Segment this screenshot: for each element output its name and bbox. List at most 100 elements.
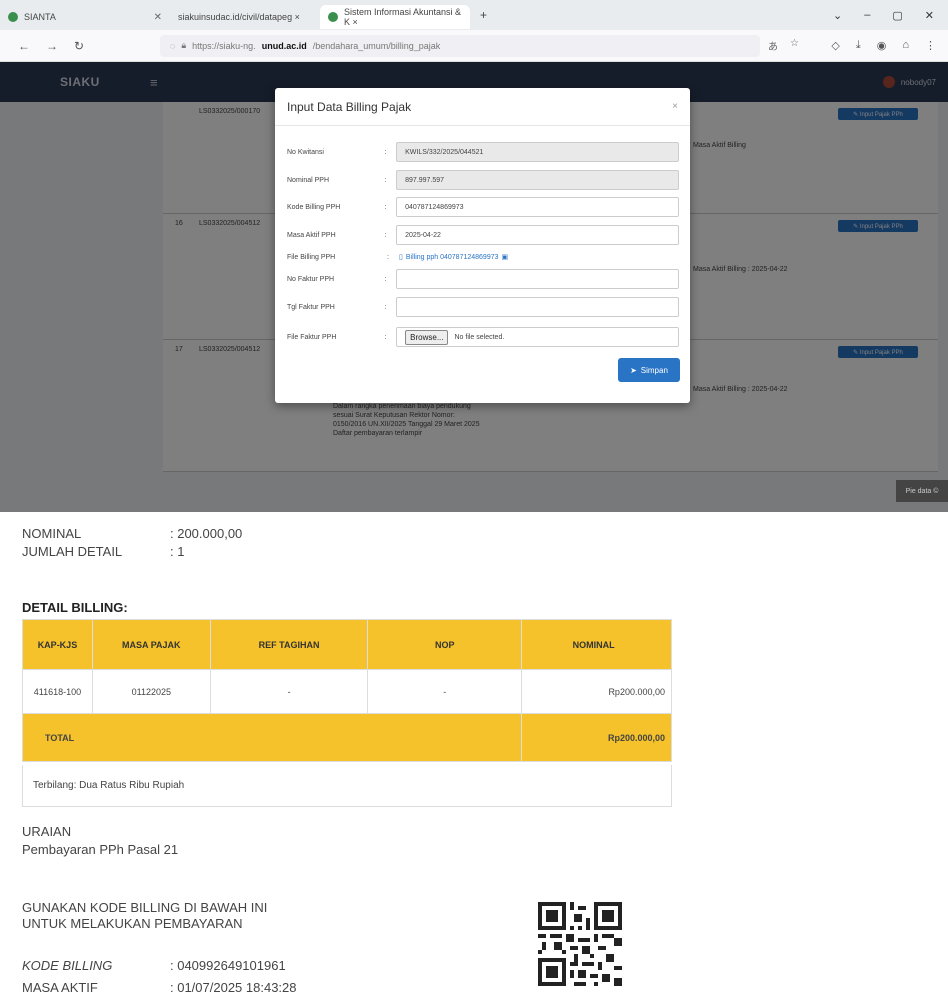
site-favicon-icon xyxy=(328,12,338,22)
field-label: No Kwitansi xyxy=(287,148,324,156)
header-nop: NOP xyxy=(367,619,523,670)
download-icon[interactable]: ▣ xyxy=(502,253,509,261)
corner-toast: Pie data © xyxy=(896,480,948,502)
field-label: Nominal PPH xyxy=(287,176,330,184)
file-billing-link[interactable]: ▯ Billing pph 040787124869973 ▣ xyxy=(399,253,509,262)
field-label: No Faktur PPH xyxy=(287,275,335,283)
send-icon: ➤ xyxy=(630,365,637,375)
pocket-icon[interactable]: ◇ xyxy=(831,39,839,52)
field-colon: : xyxy=(384,333,387,341)
masa-aktif-row: MASA AKTIF : 01/07/2025 18:43:28 xyxy=(22,980,297,995)
qr-code-icon xyxy=(538,902,622,986)
extensions-icon[interactable]: ⌂ xyxy=(902,39,909,52)
tab-list-icon[interactable]: ⌄ xyxy=(833,9,842,22)
menu-icon[interactable]: ⋮ xyxy=(925,39,936,52)
browser-tabstrip: SIANTA ✕ siakuinsudac.id/civil/datapeg ×… xyxy=(0,0,948,30)
maximize-icon[interactable]: ▢ xyxy=(892,9,902,22)
terbilang-text: Terbilang: Dua Ratus Ribu Rupiah xyxy=(22,765,672,807)
browser-tab-active[interactable]: Sistem Informasi Akuntansi & K × xyxy=(320,5,470,29)
modal-header: Input Data Billing Pajak × xyxy=(275,88,690,126)
browser-tab[interactable]: SIANTA ✕ xyxy=(0,5,170,29)
payment-instruction: GUNAKAN KODE BILLING DI BAWAH INI UNTUK … xyxy=(22,900,267,932)
close-tab-icon[interactable]: ✕ xyxy=(154,12,162,23)
bookmark-star-icon[interactable]: ☆ xyxy=(790,38,799,53)
field-colon: : xyxy=(384,231,387,239)
header-masa-pajak: MASA PAJAK xyxy=(91,619,211,670)
browse-button[interactable]: Browse... xyxy=(405,329,449,345)
nominal-row: NOMINAL : 200.000,00 xyxy=(22,526,242,541)
cell-kap-kjs: 411618-100 xyxy=(22,669,93,714)
instruction-line-1: GUNAKAN KODE BILLING DI BAWAH INI xyxy=(22,900,268,915)
jumlah-value: : 1 xyxy=(170,544,185,559)
lock-icon: 🔒︎ xyxy=(181,40,187,50)
forward-icon[interactable]: → xyxy=(46,39,58,53)
table-row: 411618-100 01122025 - - Rp200.000,00 xyxy=(22,669,672,714)
billing-modal: Input Data Billing Pajak × No Kwitansi :… xyxy=(275,88,690,403)
uraian-value: Pembayaran PPh Pasal 21 xyxy=(22,842,179,857)
tgl-faktur-input[interactable] xyxy=(396,297,679,317)
field-no-kwitansi: No Kwitansi : KWILS/332/2025/044521 xyxy=(287,142,679,162)
billing-document: NOMINAL : 200.000,00 JUMLAH DETAIL : 1 D… xyxy=(0,512,948,999)
field-tgl-faktur: Tgl Faktur PPH : xyxy=(287,297,679,317)
site-favicon-icon xyxy=(8,12,18,22)
file-billing-name: Billing pph 040787124869973 xyxy=(405,253,499,261)
kode-billing-input[interactable]: 040787124869973 xyxy=(396,197,679,217)
file-faktur-input[interactable]: Browse... No file selected. xyxy=(396,327,679,347)
total-value: Rp200.000,00 xyxy=(521,713,672,762)
url-domain: unud.ac.id xyxy=(261,40,307,51)
field-colon: : xyxy=(384,275,387,283)
masa-aktif-value: : 01/07/2025 18:43:28 xyxy=(170,980,297,995)
new-tab-button[interactable]: + xyxy=(470,8,487,22)
address-bar-row: ← → ↻ ◌ 🔒︎ https://siaku-ng. unud.ac.id/b… xyxy=(0,30,948,62)
field-colon: : xyxy=(384,148,387,156)
jumlah-label: JUMLAH DETAIL xyxy=(22,544,123,559)
cell-ref-tagihan: - xyxy=(209,669,369,714)
field-colon: : xyxy=(387,253,389,261)
table-header-row: KAP-KJS MASA PAJAK REF TAGIHAN NOP NOMIN… xyxy=(22,619,672,670)
no-file-text: No file selected. xyxy=(454,333,505,341)
back-icon[interactable]: ← xyxy=(18,39,30,53)
total-label: TOTAL xyxy=(21,713,523,762)
field-file-faktur: File Faktur PPH : Browse... No file sele… xyxy=(287,327,679,347)
total-row: TOTAL Rp200.000,00 xyxy=(21,713,672,762)
close-window-icon[interactable]: ✕ xyxy=(925,9,934,22)
url-prefix: https://siaku-ng. xyxy=(192,40,256,51)
minimize-icon[interactable]: – xyxy=(864,9,870,22)
field-kode-billing: Kode Billing PPH : 040787124869973 xyxy=(287,197,679,217)
tab-title: Sistem Informasi Akuntansi & K × xyxy=(344,7,462,27)
detail-billing-title: DETAIL BILLING: xyxy=(22,600,128,615)
account-icon[interactable]: ◉ xyxy=(877,39,887,52)
url-tools: あ ☆ xyxy=(768,38,799,53)
tab-title: SIANTA xyxy=(24,12,56,22)
no-faktur-input[interactable] xyxy=(396,269,679,289)
masa-aktif-input[interactable]: 2025-04-22 xyxy=(396,225,679,245)
save-button[interactable]: ➤ Simpan xyxy=(618,358,680,382)
window-controls: ⌄ – ▢ ✕ xyxy=(833,9,948,22)
field-label: File Billing PPH xyxy=(287,253,336,261)
field-label: Masa Aktif PPH xyxy=(287,231,336,239)
field-label: File Faktur PPH xyxy=(287,333,337,341)
no-kwitansi-input[interactable]: KWILS/332/2025/044521 xyxy=(396,142,679,162)
nominal-value: : 200.000,00 xyxy=(170,526,243,541)
field-colon: : xyxy=(384,303,387,311)
url-field[interactable]: ◌ 🔒︎ https://siaku-ng. unud.ac.id/bendaha… xyxy=(160,34,760,57)
tab-title: siakuinsudac.id/civil/datapeg × xyxy=(178,12,300,22)
downloads-icon[interactable]: ⤓ xyxy=(856,39,861,52)
jumlah-row: JUMLAH DETAIL : 1 xyxy=(22,544,184,559)
field-no-faktur: No Faktur PPH : xyxy=(287,269,679,289)
masa-aktif-label: MASA AKTIF xyxy=(22,980,98,995)
nominal-pph-input[interactable]: 897.997.597 xyxy=(396,170,679,190)
header-nominal: NOMINAL xyxy=(521,619,672,670)
uraian-label: URAIAN xyxy=(22,824,72,839)
field-nominal-pph: Nominal PPH : 897.997.597 xyxy=(287,170,679,190)
reload-icon[interactable]: ↻ xyxy=(74,39,84,53)
close-icon[interactable]: × xyxy=(672,101,678,112)
cell-nominal: Rp200.000,00 xyxy=(521,669,672,714)
kode-billing-label: KODE BILLING xyxy=(22,958,113,973)
field-label: Kode Billing PPH xyxy=(287,203,341,211)
kode-billing-value: : 040992649101961 xyxy=(170,958,286,973)
cell-masa-pajak: 01122025 xyxy=(91,669,211,714)
billing-table: KAP-KJS MASA PAJAK REF TAGIHAN NOP NOMIN… xyxy=(21,619,672,762)
translate-icon[interactable]: あ xyxy=(768,38,778,53)
browser-tab[interactable]: siakuinsudac.id/civil/datapeg × xyxy=(170,5,320,29)
